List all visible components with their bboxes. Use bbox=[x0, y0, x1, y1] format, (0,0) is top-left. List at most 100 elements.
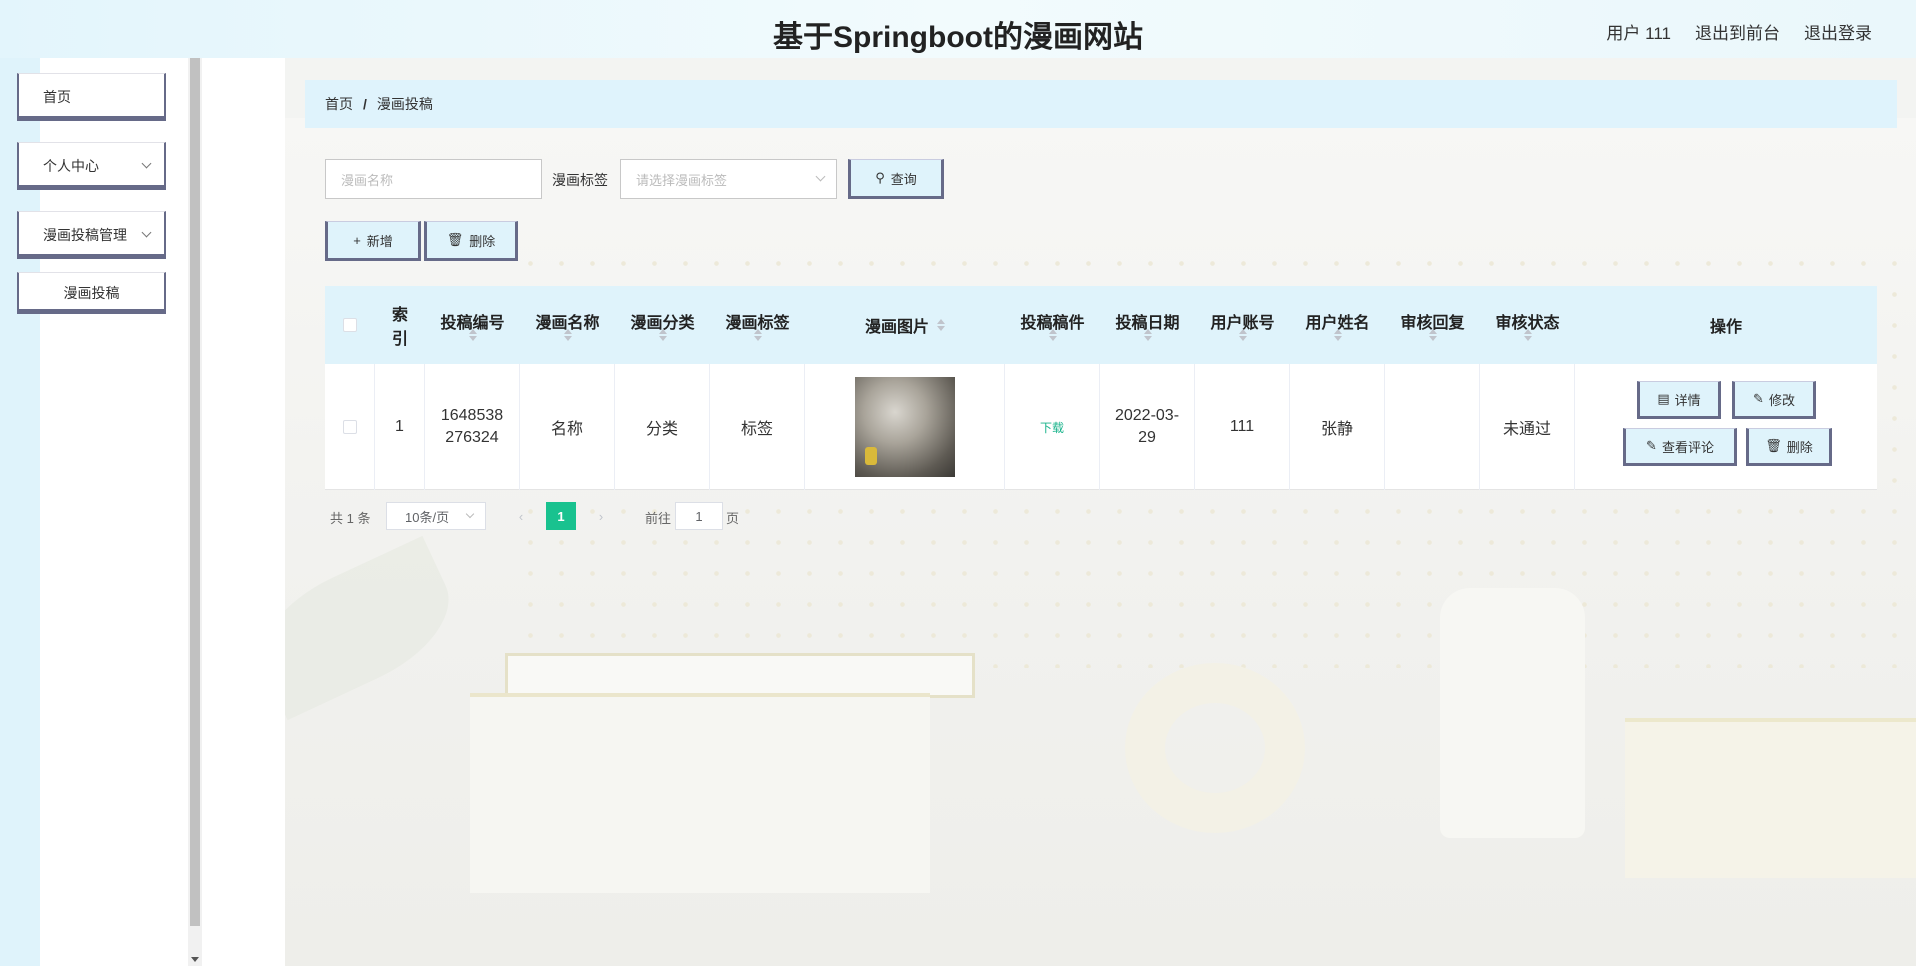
search-icon: ⚲ bbox=[875, 170, 885, 185]
edit-icon: ✎ bbox=[1646, 438, 1657, 453]
scrollbar-thumb[interactable] bbox=[190, 58, 200, 926]
cell-actions bbox=[1575, 364, 1877, 490]
cell-review-status: 未通过 bbox=[1480, 364, 1575, 490]
cell-text: 1648538 bbox=[440, 407, 504, 424]
sort-icon[interactable] bbox=[1523, 329, 1532, 341]
sidebar-item-personal-center[interactable]: 个人中心 bbox=[17, 142, 166, 190]
cell-tag: 标签 bbox=[710, 364, 805, 490]
breadcrumb-current: 漫画投稿 bbox=[376, 96, 433, 112]
select-all-cell bbox=[325, 286, 375, 364]
sidebar-item-label: 首页 bbox=[43, 88, 71, 105]
sort-icon[interactable] bbox=[1428, 329, 1437, 341]
col-header-date[interactable]: 投稿日期 bbox=[1100, 286, 1195, 364]
breadcrumb-home[interactable]: 首页 bbox=[325, 94, 353, 114]
cell-comic-image bbox=[805, 364, 1005, 490]
row-checkbox[interactable] bbox=[342, 420, 357, 434]
background-box bbox=[470, 693, 930, 893]
background-block bbox=[1625, 718, 1916, 878]
header-text: 操作 bbox=[1709, 319, 1742, 336]
background-cylinder bbox=[1440, 588, 1585, 838]
sidebar-item-home[interactable]: 首页 bbox=[17, 73, 166, 121]
detail-button-label: 详情 bbox=[1674, 392, 1701, 408]
row-delete-label: 删除 bbox=[1786, 439, 1813, 455]
document-icon: ▤ bbox=[1657, 391, 1670, 406]
cell-category: 分类 bbox=[615, 364, 710, 490]
add-button[interactable]: + 新增 bbox=[325, 221, 421, 261]
query-button[interactable]: ⚲ 查询 bbox=[848, 159, 944, 199]
sort-icon[interactable] bbox=[937, 318, 945, 331]
col-header-tag[interactable]: 漫画标签 bbox=[710, 286, 805, 364]
edit-icon: ✎ bbox=[1753, 391, 1764, 406]
col-header-manuscript[interactable]: 投稿稿件 bbox=[1005, 286, 1100, 364]
sort-icon[interactable] bbox=[1143, 329, 1152, 341]
chevron-down-icon bbox=[465, 509, 475, 519]
col-header-index: 索 引 bbox=[375, 286, 425, 364]
cell-comic-name: 名称 bbox=[520, 364, 615, 490]
tag-select[interactable]: 请选择漫画标签 bbox=[620, 159, 837, 199]
back-to-front-link[interactable]: 退出到前台 bbox=[1695, 19, 1780, 44]
view-comments-button[interactable]: ✎ 查看评论 bbox=[1623, 428, 1737, 466]
detail-button[interactable]: ▤ 详情 bbox=[1637, 381, 1721, 419]
background-ring bbox=[1125, 663, 1305, 833]
sort-icon[interactable] bbox=[753, 329, 762, 341]
scroll-down-arrow-icon[interactable] bbox=[191, 957, 199, 962]
download-link[interactable]: 下载 bbox=[1040, 419, 1064, 436]
tag-select-placeholder: 请选择漫画标签 bbox=[636, 172, 728, 188]
page-number-active[interactable]: 1 bbox=[546, 502, 576, 530]
sidebar-item-label: 漫画投稿 bbox=[63, 284, 120, 301]
sort-icon[interactable] bbox=[1333, 329, 1342, 341]
sort-icon[interactable] bbox=[468, 329, 477, 341]
user-label: 用户 111 bbox=[1606, 24, 1671, 43]
page-size-select[interactable]: 10条/页 bbox=[386, 502, 486, 530]
col-header-actions: 操作 bbox=[1575, 286, 1877, 364]
background-leaf bbox=[285, 535, 469, 721]
breadcrumb: 首页 / 漫画投稿 bbox=[305, 80, 1897, 128]
col-header-review-reply[interactable]: 审核回复 bbox=[1385, 286, 1480, 364]
next-page-button[interactable]: › bbox=[586, 502, 616, 530]
delete-button-label: 删除 bbox=[469, 233, 496, 249]
trash-icon: 🗑︎ bbox=[1765, 438, 1782, 453]
page-size-value: 10条/页 bbox=[405, 509, 450, 525]
col-header-account[interactable]: 用户账号 bbox=[1195, 286, 1290, 364]
comic-thumbnail[interactable] bbox=[854, 377, 955, 477]
comic-name-placeholder: 漫画名称 bbox=[341, 172, 394, 188]
top-header: 基于Springboot的漫画网站 用户 111 退出到前台 退出登录 bbox=[0, 0, 1916, 58]
edit-button[interactable]: ✎ 修改 bbox=[1732, 381, 1816, 419]
sidebar-scrollbar[interactable] bbox=[188, 58, 202, 966]
sidebar-item-submission[interactable]: 漫画投稿 bbox=[17, 272, 166, 314]
sort-icon[interactable] bbox=[658, 329, 667, 341]
chevron-down-icon bbox=[141, 158, 152, 169]
batch-delete-button[interactable]: 🗑︎ 删除 bbox=[424, 221, 518, 261]
page-unit-label: 页 bbox=[726, 511, 740, 526]
col-header-user-name[interactable]: 用户姓名 bbox=[1290, 286, 1385, 364]
header-actions: 用户 111 退出到前台 退出登录 bbox=[1606, 19, 1872, 44]
row-select-cell bbox=[325, 364, 375, 490]
chevron-left-icon: ‹ bbox=[518, 508, 524, 524]
content-left-gap bbox=[202, 58, 285, 966]
goto-page-input[interactable]: 1 bbox=[675, 502, 723, 530]
sort-icon[interactable] bbox=[1238, 329, 1247, 341]
header-text: 引 bbox=[391, 331, 408, 348]
comic-name-input[interactable]: 漫画名称 bbox=[325, 159, 542, 199]
row-delete-button[interactable]: 🗑︎ 删除 bbox=[1746, 428, 1832, 466]
left-strip bbox=[0, 58, 40, 966]
col-header-submission-id[interactable]: 投稿编号 bbox=[425, 286, 520, 364]
col-header-category[interactable]: 漫画分类 bbox=[615, 286, 710, 364]
trash-icon: 🗑︎ bbox=[446, 232, 464, 247]
col-header-comic-image[interactable]: 漫画图片 bbox=[805, 286, 1005, 364]
chevron-down-icon bbox=[815, 171, 826, 182]
col-header-comic-name[interactable]: 漫画名称 bbox=[520, 286, 615, 364]
prev-page-button[interactable]: ‹ bbox=[506, 502, 536, 530]
logout-link[interactable]: 退出登录 bbox=[1804, 19, 1872, 44]
total-count: 共 1 条 bbox=[330, 511, 371, 526]
col-header-review-status[interactable]: 审核状态 bbox=[1480, 286, 1575, 364]
sidebar-item-submission-management[interactable]: 漫画投稿管理 bbox=[17, 211, 166, 259]
select-all-checkbox[interactable] bbox=[343, 318, 357, 332]
sort-icon[interactable] bbox=[1048, 329, 1057, 341]
cell-user-name: 张静 bbox=[1290, 364, 1385, 490]
cell-account: 111 bbox=[1195, 364, 1290, 490]
cell-text: 2022-03- bbox=[1114, 407, 1180, 424]
sidebar bbox=[40, 58, 188, 966]
sort-icon[interactable] bbox=[563, 329, 572, 341]
background-decoration bbox=[285, 118, 1916, 966]
